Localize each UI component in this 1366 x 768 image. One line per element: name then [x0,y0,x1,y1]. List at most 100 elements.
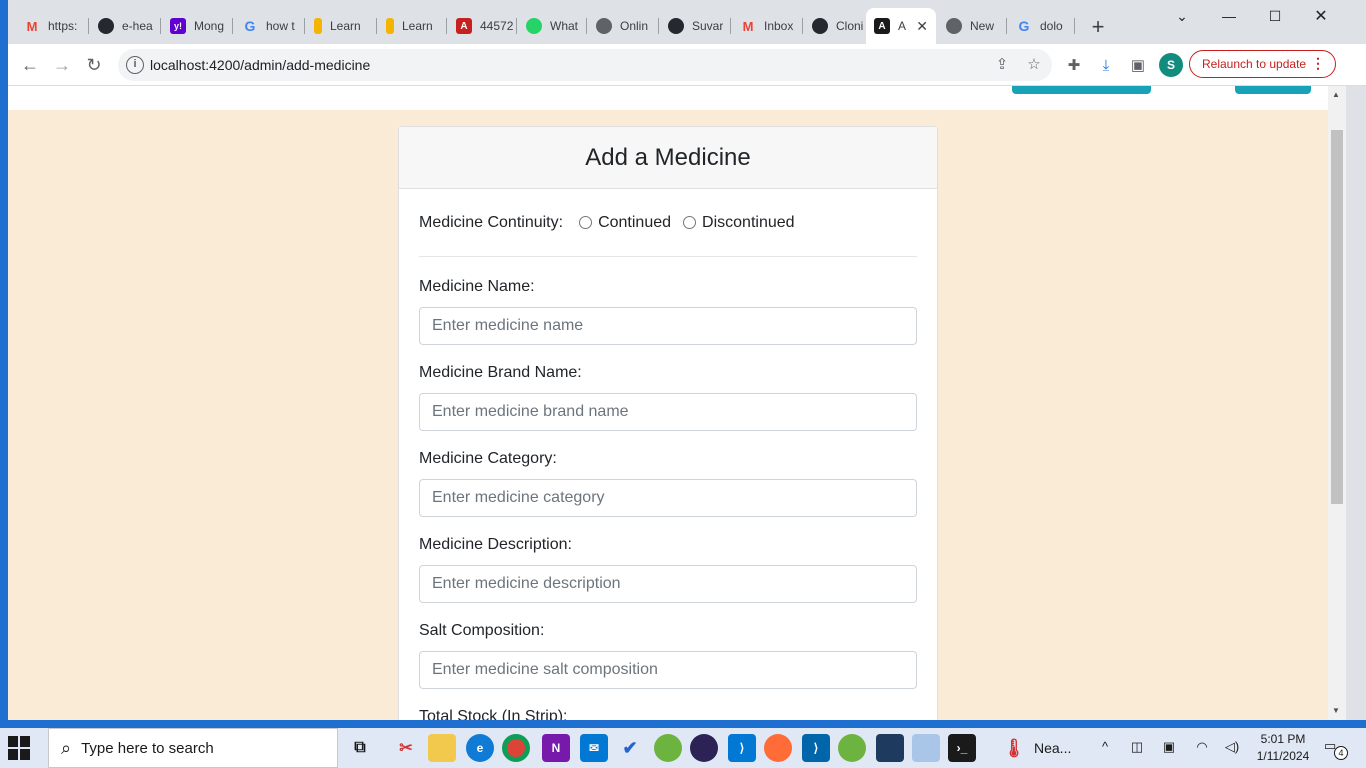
github-icon [812,18,828,34]
field-brand-name: Medicine Brand Name: Enter medicine bran… [419,363,917,431]
file-explorer-icon[interactable] [428,734,456,762]
radio-discontinued[interactable]: Discontinued [683,214,795,232]
radio-circle-icon[interactable] [683,216,697,229]
back-button[interactable]: ← [18,53,42,77]
new-tab-button[interactable]: + [1088,14,1108,40]
site-info-icon[interactable]: i [126,56,144,74]
field-total-stock: Total Stock (In Strip): [419,707,917,720]
page-viewport: Add a Medicine Medicine Continuity: Cont… [8,86,1328,720]
vscode-icon[interactable]: ⟩ [728,734,756,762]
tab-github-e-health[interactable]: e-hea [90,10,160,42]
side-panel-icon[interactable]: ▣ [1127,54,1149,76]
maximize-button[interactable]: ☐ [1252,4,1298,28]
security-icon[interactable]: ▣ [1160,739,1178,757]
extensions-icon[interactable]: ✚ [1063,54,1085,76]
spring-tool-icon[interactable] [838,734,866,762]
tab-pdf[interactable]: A 44572 [448,10,516,42]
tab-google-search[interactable]: G how t [234,10,304,42]
pdf-icon: A [456,18,472,34]
mail-icon[interactable]: ✉ [580,734,608,762]
snipping-tool-icon[interactable]: ✂ [392,734,420,762]
address-bar[interactable]: i localhost:4200/admin/add-medicine ⇪ ☆ [118,49,1052,81]
github-icon [98,18,114,34]
share-icon[interactable]: ⇪ [992,55,1012,75]
tab-gmail[interactable]: M https: [16,10,88,42]
meet-now-icon[interactable]: ◫ [1128,739,1146,757]
profile-avatar[interactable]: S [1159,53,1183,77]
tab-label: Learn [330,19,361,33]
more-menu-icon[interactable]: ⋮ [1311,55,1325,72]
tab-label: Mong [194,19,225,33]
tab-search-chevron-icon[interactable]: ⌄ [1159,4,1205,28]
scrollbar-thumb[interactable] [1331,130,1343,504]
weather-label[interactable]: Nea... [1034,740,1071,756]
radio-label: Discontinued [702,213,795,231]
postman-icon[interactable] [764,734,792,762]
scroll-down-icon[interactable]: ▼ [1332,706,1340,715]
reload-button[interactable]: ↻ [82,53,106,77]
edge-icon[interactable]: e [466,734,494,762]
close-icon[interactable]: ✕ [916,18,928,35]
close-window-button[interactable]: ✕ [1298,4,1344,28]
tab-github-suvarna[interactable]: Suvar [660,10,730,42]
tab-online[interactable]: Onlin [588,10,658,42]
search-placeholder: Type here to search [81,739,214,757]
salt-composition-input[interactable]: Enter medicine salt composition [419,651,917,689]
windows-taskbar: ⌕ Type here to search ⧉ ✂ e N ✉ ✔ ⟩ ⟩ ›_… [0,728,1366,768]
forward-button[interactable]: → [50,53,74,77]
app-icon[interactable] [912,734,940,762]
brand-name-input[interactable]: Enter medicine brand name [419,393,917,431]
tab-active-angular[interactable]: A A ✕ [866,8,936,44]
chrome-icon[interactable] [502,734,530,762]
radio-continued[interactable]: Continued [579,214,671,232]
spring-tool-icon[interactable] [654,734,682,762]
field-label: Medicine Brand Name: [419,364,582,381]
globe-icon [596,18,612,34]
navbar-button[interactable] [1012,86,1151,94]
browser-window: M https: e-hea y! Mong G how t Learn Lea… [8,0,1366,720]
add-medicine-card: Add a Medicine Medicine Continuity: Cont… [398,126,938,720]
tab-new[interactable]: New [938,10,1006,42]
wifi-icon[interactable]: ◠ [1193,739,1211,757]
page-scrollbar[interactable]: ▲ ▼ [1328,86,1346,720]
tab-github-cloning[interactable]: Clonii [804,10,864,42]
scroll-up-icon[interactable]: ▲ [1332,90,1340,99]
tab-label: What [550,19,579,33]
page-navbar [8,86,1328,110]
minimize-button[interactable]: — [1206,4,1252,28]
mysql-workbench-icon[interactable] [876,734,904,762]
field-label: Medicine Category: [419,450,557,467]
tab-whatsapp[interactable]: What [518,10,586,42]
windows-start-icon[interactable] [8,736,32,760]
angular-icon: A [874,18,890,34]
tab-yahoo[interactable]: y! Mong [162,10,232,42]
category-input[interactable]: Enter medicine category [419,479,917,517]
tab-learn-2[interactable]: Learn [378,10,446,42]
onenote-icon[interactable]: N [542,734,570,762]
radio-circle-icon[interactable] [579,216,593,229]
tab-google-dolo[interactable]: G dolo [1008,10,1074,42]
volume-icon[interactable]: ◁) [1223,739,1241,757]
vscode-icon[interactable]: ⟩ [802,734,830,762]
tab-learn-1[interactable]: Learn [306,10,376,42]
description-input[interactable]: Enter medicine description [419,565,917,603]
tab-inbox[interactable]: M Inbox [732,10,802,42]
navbar-button[interactable] [1235,86,1311,94]
notification-icon[interactable]: ▭ 4 [1324,738,1348,760]
google-icon: G [1018,18,1030,34]
medicine-name-input[interactable]: Enter medicine name [419,307,917,345]
terminal-icon[interactable]: ›_ [948,734,976,762]
tab-label: e-hea [122,19,153,33]
eclipse-icon[interactable] [690,734,718,762]
weather-thermometer-icon[interactable]: 🌡 [1000,734,1028,762]
relaunch-button[interactable]: Relaunch to update ⋮ [1189,50,1336,78]
bookmark-star-icon[interactable]: ☆ [1024,55,1044,75]
taskbar-search-box[interactable]: ⌕ Type here to search [48,728,338,768]
system-clock[interactable]: 5:01 PM 1/11/2024 [1252,731,1314,765]
todo-icon[interactable]: ✔ [616,734,644,762]
github-icon [668,18,684,34]
learn-icon [386,18,394,34]
chevron-up-icon[interactable]: ^ [1096,739,1114,757]
download-icon[interactable]: ⤓ [1095,54,1117,76]
task-view-icon[interactable]: ⧉ [346,734,374,762]
